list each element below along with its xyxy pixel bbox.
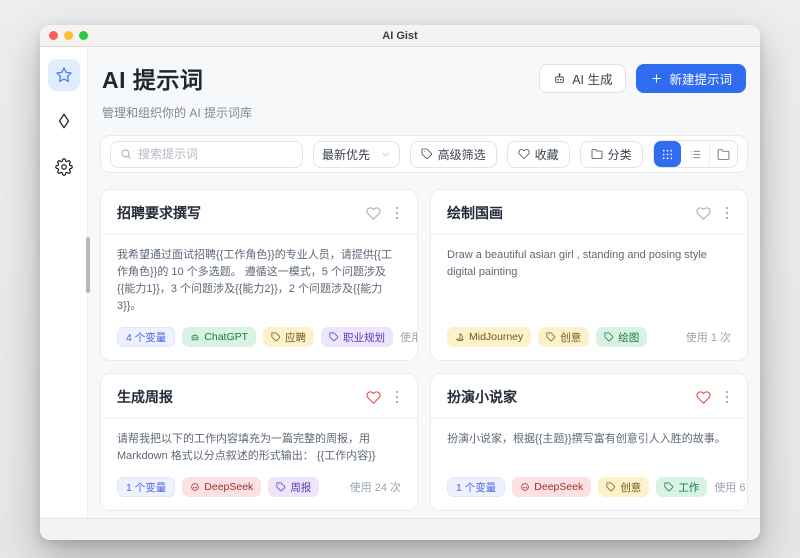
- heart-icon: [696, 390, 711, 405]
- chatgpt-icon: [190, 332, 200, 342]
- sidebar: [40, 47, 88, 518]
- sidebar-item-settings[interactable]: [48, 151, 80, 183]
- folder-view-icon: [717, 148, 730, 161]
- favorites-filter-button[interactable]: 收藏: [507, 141, 570, 168]
- scrollbar-thumb[interactable]: [86, 237, 90, 293]
- usage-count: 使用 8 次: [400, 329, 418, 345]
- window-title: AI Gist: [40, 30, 760, 42]
- grid-icon: [661, 148, 674, 161]
- heart-icon: [366, 206, 381, 221]
- favorite-button[interactable]: [366, 390, 381, 405]
- model-tag[interactable]: DeepSeek: [182, 477, 261, 497]
- category-tag[interactable]: 周报: [268, 477, 319, 497]
- prompt-card[interactable]: 招聘要求撰写 我希望通过面试招聘{{工作角色}}的专业人员，请提供{{工作角色}…: [100, 189, 418, 361]
- prompt-text: 扮演小说家，根据{{主题}}撰写富有创意引人入胜的故事。: [431, 419, 747, 465]
- search-input[interactable]: [138, 147, 293, 161]
- heart-icon: [696, 206, 711, 221]
- view-grid-button[interactable]: [654, 141, 682, 167]
- variable-count-badge[interactable]: 1 个变量: [447, 477, 505, 497]
- deepseek-icon: [520, 482, 530, 492]
- category-tag[interactable]: 职业规划: [321, 327, 393, 347]
- toolbar: 最新优先 高级筛选 收藏 分类: [100, 135, 748, 173]
- prompt-card[interactable]: 生成周报 请帮我把以下的工作内容填充为一篇完整的周报，用 Markdown 格式…: [100, 373, 418, 511]
- favorite-button[interactable]: [696, 206, 711, 221]
- diamond-icon: [55, 112, 73, 130]
- sidebar-item-cards[interactable]: [48, 105, 80, 137]
- main-content: AI 提示词 管理和组织你的 AI 提示词库 AI 生成 新建提示词: [88, 47, 760, 518]
- star-icon: [55, 66, 73, 84]
- card-title: 招聘要求撰写: [117, 203, 201, 223]
- gear-icon: [55, 158, 73, 176]
- model-tag[interactable]: DeepSeek: [512, 477, 591, 497]
- tag-icon: [271, 332, 281, 342]
- prompt-card-grid: 招聘要求撰写 我希望通过面试招聘{{工作角色}}的专业人员，请提供{{工作角色}…: [100, 189, 748, 361]
- app-window: AI Gist AI 提示词 管理和组织你的 AI 提示词库: [40, 25, 760, 540]
- chevron-down-icon: [380, 149, 391, 160]
- tag-icon: [606, 482, 616, 492]
- tag-icon: [329, 332, 339, 342]
- prompt-text: Draw a beautiful asian girl , standing a…: [431, 235, 747, 315]
- heart-icon: [518, 148, 530, 160]
- search-box[interactable]: [110, 141, 303, 168]
- favorite-button[interactable]: [366, 206, 381, 221]
- page-title: AI 提示词: [102, 61, 252, 95]
- tag-icon: [276, 482, 286, 492]
- card-title: 扮演小说家: [447, 387, 517, 407]
- page-subtitle: 管理和组织你的 AI 提示词库: [102, 104, 252, 121]
- card-title: 生成周报: [117, 387, 173, 407]
- category-tag[interactable]: 创意: [598, 477, 649, 497]
- page-header: AI 提示词 管理和组织你的 AI 提示词库 AI 生成 新建提示词: [100, 47, 748, 135]
- category-tag[interactable]: 创意: [538, 327, 589, 347]
- prompt-card[interactable]: 扮演小说家 扮演小说家，根据{{主题}}撰写富有创意引人入胜的故事。 1 个变量…: [430, 373, 748, 511]
- more-menu-button[interactable]: [723, 206, 732, 221]
- usage-count: 使用 6 次: [714, 479, 748, 495]
- model-tag[interactable]: MidJourney: [447, 327, 531, 347]
- prompt-text: 请帮我把以下的工作内容填充为一篇完整的周报，用 Markdown 格式以分点叙述…: [101, 419, 417, 465]
- category-tag[interactable]: 绘图: [596, 327, 647, 347]
- variable-count-badge[interactable]: 4 个变量: [117, 327, 175, 347]
- new-prompt-button[interactable]: 新建提示词: [636, 64, 746, 93]
- prompt-card[interactable]: 绘制国画 Draw a beautiful asian girl , stand…: [430, 189, 748, 361]
- card-title: 绘制国画: [447, 203, 503, 223]
- sort-select[interactable]: 最新优先: [313, 141, 400, 168]
- view-folder-button[interactable]: [709, 141, 737, 167]
- model-tag[interactable]: ChatGPT: [182, 327, 256, 347]
- search-icon: [120, 148, 132, 160]
- robot-icon: [553, 72, 566, 85]
- advanced-filter-button[interactable]: 高级筛选: [410, 141, 497, 168]
- usage-count: 使用 24 次: [350, 479, 401, 495]
- more-menu-button[interactable]: [393, 390, 402, 405]
- desktop: { "window": { "title": "AI Gist" }, "sid…: [0, 0, 800, 558]
- prompt-card-grid: 生成周报 请帮我把以下的工作内容填充为一篇完整的周报，用 Markdown 格式…: [100, 373, 748, 511]
- sidebar-item-prompts[interactable]: [48, 59, 80, 91]
- more-menu-button[interactable]: [723, 390, 732, 405]
- tag-icon: [421, 148, 433, 160]
- category-tag[interactable]: 工作: [656, 477, 707, 497]
- title-bar[interactable]: AI Gist: [40, 25, 760, 47]
- list-icon: [689, 148, 702, 161]
- categories-button[interactable]: 分类: [580, 141, 643, 168]
- deepseek-icon: [190, 482, 200, 492]
- favorite-button[interactable]: [696, 390, 711, 405]
- usage-count: 使用 1 次: [686, 329, 731, 345]
- tag-icon: [664, 482, 674, 492]
- plus-icon: [650, 72, 663, 85]
- folder-icon: [591, 148, 603, 160]
- prompt-text: 我希望通过面试招聘{{工作角色}}的专业人员，请提供{{工作角色}}的 10 个…: [101, 235, 417, 315]
- more-menu-button[interactable]: [393, 206, 402, 221]
- view-mode-switcher: [653, 140, 738, 168]
- tag-icon: [546, 332, 556, 342]
- ai-generate-button[interactable]: AI 生成: [539, 64, 626, 93]
- window-footer: [40, 518, 760, 540]
- midjourney-icon: [455, 332, 465, 342]
- variable-count-badge[interactable]: 1 个变量: [117, 477, 175, 497]
- category-tag[interactable]: 应聘: [263, 327, 314, 347]
- heart-icon: [366, 390, 381, 405]
- view-list-button[interactable]: [681, 141, 709, 167]
- tag-icon: [604, 332, 614, 342]
